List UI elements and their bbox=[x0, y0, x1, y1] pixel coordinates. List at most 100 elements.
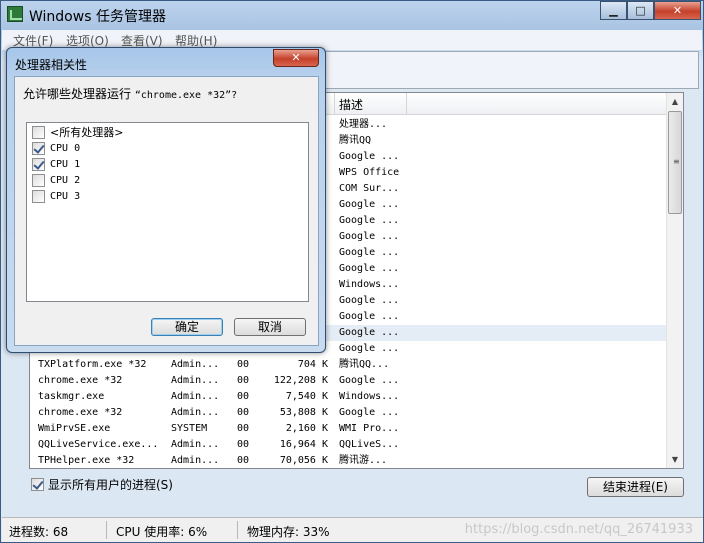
column-header-description[interactable]: 描述 bbox=[335, 93, 407, 115]
ok-button[interactable]: 确定 bbox=[151, 318, 223, 336]
cell-image-name: TXPlatform.exe *32 bbox=[38, 359, 147, 370]
dialog-title: 处理器相关性 bbox=[15, 58, 88, 72]
checkbox-checked-icon[interactable] bbox=[32, 141, 45, 155]
cell-memory: 7,540 K bbox=[285, 391, 328, 402]
maximize-button[interactable]: □ bbox=[627, 1, 654, 20]
task-manager-app-icon bbox=[7, 6, 23, 22]
cell-description: Google ... bbox=[339, 247, 400, 258]
processor-affinity-dialog: 处理器相关性 ✕ 允许哪些处理器运行 “chrome.exe *32”? <所有… bbox=[6, 47, 326, 353]
checkbox-unchecked-icon[interactable] bbox=[32, 173, 45, 187]
checkbox-unchecked-icon[interactable] bbox=[32, 189, 45, 203]
cell-cpu: 00 bbox=[237, 359, 250, 370]
table-row[interactable]: QQLiveService.exe... Admin... 00 16,964 K QQ… bbox=[30, 437, 666, 453]
title-bar[interactable]: Windows 任务管理器 ▁ □ ✕ bbox=[1, 1, 704, 29]
scroll-thumb[interactable]: ≡ bbox=[668, 111, 682, 214]
dialog-prompt: 允许哪些处理器运行 “chrome.exe *32”? bbox=[23, 85, 237, 102]
option-cpu-1[interactable]: CPU 1 bbox=[32, 156, 80, 172]
checkbox-checked-icon[interactable] bbox=[31, 478, 44, 491]
cell-user-name: Admin... bbox=[171, 359, 220, 370]
prompt-text: 允许哪些处理器运行 bbox=[23, 87, 132, 101]
option-cpu-2[interactable]: CPU 2 bbox=[32, 172, 80, 188]
status-process-count: 进程数: 68 bbox=[9, 525, 69, 539]
cell-memory: 122,208 K bbox=[273, 375, 328, 386]
option-label: CPU 0 bbox=[50, 142, 81, 154]
cell-description: Google ... bbox=[339, 215, 400, 226]
cell-description: Google ... bbox=[339, 263, 400, 274]
window-title: Windows 任务管理器 bbox=[29, 9, 166, 25]
cell-memory: 70,056 K bbox=[279, 455, 328, 466]
cell-description: 腾讯QQ... bbox=[339, 359, 390, 370]
table-row[interactable]: WmiPrvSE.exe SYSTEM 00 2,160 K WMI Pro... bbox=[30, 421, 666, 437]
cell-description: 腾讯QQ bbox=[339, 135, 372, 146]
cell-image-name: chrome.exe *32 bbox=[38, 375, 123, 386]
table-row[interactable]: chrome.exe *32 Admin... 00 53,808 K Google .… bbox=[30, 405, 666, 421]
cell-description: 处理器... bbox=[339, 119, 388, 130]
cell-description: Google ... bbox=[339, 311, 400, 322]
table-row[interactable]: taskmgr.exe Admin... 00 7,540 K Windows... bbox=[30, 389, 666, 405]
table-row[interactable]: chrome.exe *32 Admin... 00 122,208 K Google … bbox=[30, 373, 666, 389]
cell-user-name: Admin... bbox=[171, 439, 220, 450]
table-row[interactable]: TPHelper.exe *32 Admin... 00 70,056 K 腾讯游... bbox=[30, 453, 666, 468]
window-controls: ▁ □ ✕ bbox=[600, 1, 701, 21]
prompt-process-name: “chrome.exe *32”? bbox=[134, 90, 238, 101]
status-cpu-usage: CPU 使用率: 6% bbox=[116, 525, 208, 539]
cell-description: Google ... bbox=[339, 295, 400, 306]
cell-image-name: taskmgr.exe bbox=[38, 391, 105, 402]
cell-description: WPS Office bbox=[339, 167, 400, 178]
cell-image-name: TPHelper.exe *32 bbox=[38, 455, 135, 466]
cell-image-name: WmiPrvSE.exe bbox=[38, 423, 111, 434]
option-label: CPU 1 bbox=[50, 158, 81, 170]
status-bar: 进程数: 68 CPU 使用率: 6% 物理内存: 33% https://bl… bbox=[2, 517, 703, 542]
cancel-button[interactable]: 取消 bbox=[234, 318, 306, 336]
close-button[interactable]: ✕ bbox=[654, 1, 701, 20]
show-all-users-checkbox[interactable]: 显示所有用户的进程(S) bbox=[31, 476, 173, 493]
cell-memory: 16,964 K bbox=[279, 439, 328, 450]
cell-description: Windows... bbox=[339, 391, 400, 402]
cell-description: COM Sur... bbox=[339, 183, 400, 194]
dialog-body: 允许哪些处理器运行 “chrome.exe *32”? <所有处理器> CPU … bbox=[14, 76, 319, 346]
cell-description: Google ... bbox=[339, 327, 400, 338]
cell-user-name: SYSTEM bbox=[171, 423, 208, 434]
option-label: CPU 3 bbox=[50, 190, 81, 202]
cell-description: Google ... bbox=[339, 343, 400, 354]
status-divider bbox=[237, 521, 238, 539]
cell-memory: 53,808 K bbox=[279, 407, 328, 418]
cell-description: QQLiveS... bbox=[339, 439, 400, 450]
scroll-up-arrow-icon[interactable]: ▲ bbox=[667, 93, 683, 110]
option-cpu-0[interactable]: CPU 0 bbox=[32, 140, 80, 156]
checkbox-unchecked-icon[interactable] bbox=[32, 125, 45, 139]
end-process-button[interactable]: 结束进程(E) bbox=[587, 477, 684, 497]
option-label: <所有处理器> bbox=[50, 126, 124, 139]
show-all-users-label: 显示所有用户的进程(S) bbox=[48, 478, 173, 492]
cell-user-name: Admin... bbox=[171, 391, 220, 402]
cell-description: WMI Pro... bbox=[339, 423, 400, 434]
option-all-processors[interactable]: <所有处理器> bbox=[32, 124, 123, 140]
cell-description: Google ... bbox=[339, 151, 400, 162]
cell-cpu: 00 bbox=[237, 455, 250, 466]
cell-cpu: 00 bbox=[237, 375, 250, 386]
minimize-button[interactable]: ▁ bbox=[600, 1, 627, 20]
dialog-close-button[interactable]: ✕ bbox=[273, 49, 319, 67]
cell-user-name: Admin... bbox=[171, 407, 220, 418]
checkbox-checked-icon[interactable] bbox=[32, 157, 45, 171]
option-cpu-3[interactable]: CPU 3 bbox=[32, 188, 80, 204]
cell-description: Google ... bbox=[339, 199, 400, 210]
cell-cpu: 00 bbox=[237, 423, 250, 434]
cell-description: Google ... bbox=[339, 375, 400, 386]
processor-list: <所有处理器> CPU 0 CPU 1 CPU 2 CPU 3 bbox=[26, 122, 309, 302]
vertical-scrollbar[interactable]: ▲ ≡ ▼ bbox=[666, 93, 683, 468]
scroll-down-arrow-icon[interactable]: ▼ bbox=[667, 451, 683, 468]
cell-user-name: Admin... bbox=[171, 455, 220, 466]
cell-description: Windows... bbox=[339, 279, 400, 290]
scroll-grip-icon: ≡ bbox=[673, 157, 680, 166]
cell-image-name: QQLiveService.exe... bbox=[38, 439, 159, 450]
cell-description: 腾讯游... bbox=[339, 455, 388, 466]
status-divider bbox=[106, 521, 107, 539]
column-header-filler bbox=[407, 93, 667, 115]
cell-cpu: 00 bbox=[237, 391, 250, 402]
cell-description: Google ... bbox=[339, 231, 400, 242]
table-row[interactable]: TXPlatform.exe *32 Admin... 00 704 K 腾讯QQ... bbox=[30, 357, 666, 373]
cell-user-name: Admin... bbox=[171, 375, 220, 386]
watermark: https://blog.csdn.net/qq_26741933 bbox=[464, 522, 693, 537]
cell-cpu: 00 bbox=[237, 407, 250, 418]
